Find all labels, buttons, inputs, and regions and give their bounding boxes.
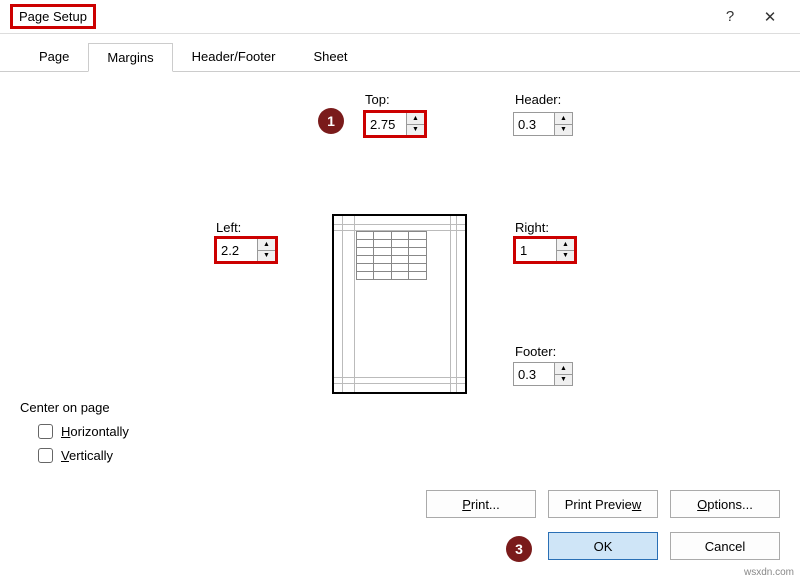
dialog-title: Page Setup — [10, 4, 96, 29]
center-on-page-label: Center on page — [20, 400, 110, 415]
action-buttons-row2: OK Cancel — [548, 532, 780, 560]
spin-down-icon[interactable]: ▼ — [555, 375, 572, 386]
right-label: Right: — [515, 220, 549, 235]
spin-down-icon[interactable]: ▼ — [557, 251, 574, 262]
footer-label: Footer: — [515, 344, 556, 359]
close-button[interactable]: ✕ — [750, 8, 790, 26]
right-margin-input[interactable] — [516, 239, 556, 261]
header-label: Header: — [515, 92, 561, 107]
right-margin-spinner[interactable]: ▲▼ — [513, 236, 577, 264]
spin-down-icon[interactable]: ▼ — [555, 125, 572, 136]
top-label: Top: — [365, 92, 390, 107]
spin-up-icon[interactable]: ▲ — [258, 239, 275, 251]
titlebar: Page Setup ? ✕ — [0, 0, 800, 34]
ok-button[interactable]: OK — [548, 532, 658, 560]
spin-up-icon[interactable]: ▲ — [555, 113, 572, 125]
print-button[interactable]: Print...Print... — [426, 490, 536, 518]
tab-bar: Page Margins Header/Footer Sheet — [0, 42, 800, 72]
top-margin-spinner[interactable]: ▲▼ — [363, 110, 427, 138]
callout-badge-1: 1 — [318, 108, 344, 134]
print-preview-button[interactable]: Print PreviewPrint Preview — [548, 490, 658, 518]
left-margin-spinner[interactable]: ▲▼ — [214, 236, 278, 264]
checkbox-icon[interactable] — [38, 448, 53, 463]
page-preview — [332, 214, 467, 394]
action-buttons-row1: Print...Print... Print PreviewPrint Prev… — [426, 490, 780, 518]
footer-margin-input[interactable] — [514, 363, 554, 385]
watermark: wsxdn.com — [744, 567, 794, 578]
top-margin-input[interactable] — [366, 113, 406, 135]
spin-up-icon[interactable]: ▲ — [557, 239, 574, 251]
spin-down-icon[interactable]: ▼ — [407, 125, 424, 136]
callout-badge-3: 3 — [506, 536, 532, 562]
vertically-label: VVerticallyertically — [61, 448, 113, 463]
preview-table-icon — [356, 231, 426, 279]
tab-margins[interactable]: Margins — [88, 43, 172, 72]
options-button[interactable]: Options...Options... — [670, 490, 780, 518]
spin-up-icon[interactable]: ▲ — [407, 113, 424, 125]
tab-page[interactable]: Page — [20, 42, 88, 71]
tab-header-footer[interactable]: Header/Footer — [173, 42, 295, 71]
content-area: 1 Top: ▲▼ Header: ▲▼ Left: ▲▼ Right: ▲▼ … — [0, 72, 800, 512]
header-margin-spinner[interactable]: ▲▼ — [513, 112, 573, 136]
left-margin-input[interactable] — [217, 239, 257, 261]
spin-up-icon[interactable]: ▲ — [555, 363, 572, 375]
ok-highlight: OK — [548, 532, 658, 560]
spin-down-icon[interactable]: ▼ — [258, 251, 275, 262]
header-margin-input[interactable] — [514, 113, 554, 135]
left-label: Left: — [216, 220, 241, 235]
footer-margin-spinner[interactable]: ▲▼ — [513, 362, 573, 386]
cancel-button[interactable]: Cancel — [670, 532, 780, 560]
checkbox-icon[interactable] — [38, 424, 53, 439]
horizontally-label: HHorizontallyorizontally — [61, 424, 129, 439]
help-button[interactable]: ? — [710, 8, 750, 25]
vertically-check[interactable]: VVerticallyertically — [38, 448, 113, 463]
tab-sheet[interactable]: Sheet — [294, 42, 366, 71]
horizontally-check[interactable]: HHorizontallyorizontally — [38, 424, 129, 439]
